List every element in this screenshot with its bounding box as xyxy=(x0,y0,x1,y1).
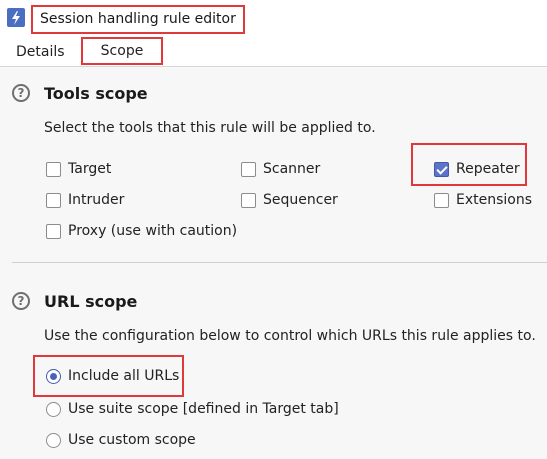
tool-proxy-option[interactable]: Proxy (use with caution) xyxy=(46,221,237,241)
suite-scope-option[interactable]: Use suite scope [defined in Target tab] xyxy=(46,399,339,419)
sequencer-checkbox[interactable] xyxy=(241,192,256,208)
help-icon[interactable]: ? xyxy=(12,84,30,102)
url-scope-title: URL scope xyxy=(44,292,138,311)
tool-intruder-option[interactable]: Intruder xyxy=(46,190,124,210)
tools-scope-description: Select the tools that this rule will be … xyxy=(44,120,376,136)
scanner-label: Scanner xyxy=(263,161,321,177)
suite-scope-label: Use suite scope [defined in Target tab] xyxy=(68,401,339,417)
tool-extensions-option[interactable]: Extensions xyxy=(434,190,532,210)
url-scope-description: Use the configuration below to control w… xyxy=(44,328,536,344)
section-divider xyxy=(12,262,547,263)
custom-scope-option[interactable]: Use custom scope xyxy=(46,430,196,450)
proxy-label: Proxy (use with caution) xyxy=(68,223,238,239)
tab-details[interactable]: Details xyxy=(16,42,65,62)
extensions-label: Extensions xyxy=(456,192,533,208)
extensions-checkbox[interactable] xyxy=(434,192,449,208)
include-all-urls-label: Include all URLs xyxy=(68,368,180,384)
tool-repeater-option[interactable]: Repeater xyxy=(434,159,520,179)
tool-scanner-option[interactable]: Scanner xyxy=(241,159,320,179)
sequencer-label: Sequencer xyxy=(263,192,338,208)
target-checkbox[interactable] xyxy=(46,161,61,177)
custom-scope-label: Use custom scope xyxy=(68,432,196,448)
intruder-checkbox[interactable] xyxy=(46,192,61,208)
scanner-checkbox[interactable] xyxy=(241,161,256,177)
repeater-checkbox[interactable] xyxy=(434,161,449,177)
intruder-label: Intruder xyxy=(68,192,125,208)
tool-target-option[interactable]: Target xyxy=(46,159,111,179)
include-all-urls-option[interactable]: Include all URLs xyxy=(46,366,179,386)
proxy-checkbox[interactable] xyxy=(46,223,61,239)
tab-scope[interactable]: Scope xyxy=(81,37,163,65)
tool-sequencer-option[interactable]: Sequencer xyxy=(241,190,338,210)
include-all-urls-radio[interactable] xyxy=(46,368,61,384)
window-title: Session handling rule editor xyxy=(31,5,245,34)
lightning-icon xyxy=(7,8,25,27)
repeater-label: Repeater xyxy=(456,161,520,177)
tools-scope-title: Tools scope xyxy=(44,84,148,103)
suite-scope-radio[interactable] xyxy=(46,401,61,417)
help-icon[interactable]: ? xyxy=(12,292,30,310)
custom-scope-radio[interactable] xyxy=(46,432,61,448)
target-label: Target xyxy=(68,161,112,177)
